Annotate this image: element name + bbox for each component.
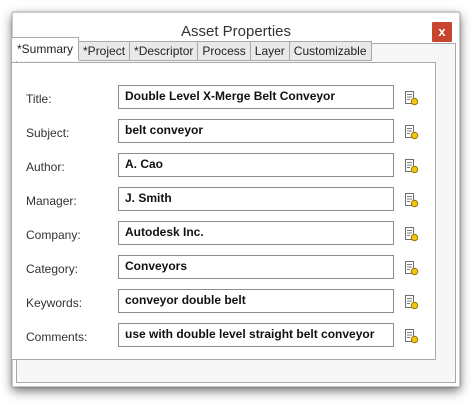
manager-field[interactable]: J. Smith	[118, 187, 394, 211]
comments-field[interactable]: use with double level straight belt conv…	[118, 323, 394, 347]
comments-label: Comments:	[26, 330, 88, 344]
tab-strip: *Summary *Project *Descriptor Process La…	[11, 37, 372, 61]
comments-row: Comments: use with double level straight…	[12, 323, 435, 351]
keywords-field[interactable]: conveyor double belt	[118, 289, 394, 313]
summary-tab-content: Title: Double Level X-Merge Belt Conveyo…	[11, 62, 436, 360]
title-field[interactable]: Double Level X-Merge Belt Conveyor	[118, 85, 394, 109]
tab-summary[interactable]: *Summary	[11, 37, 80, 61]
company-label: Company:	[26, 228, 81, 242]
author-label: Author:	[26, 160, 65, 174]
keywords-row: Keywords: conveyor double belt	[12, 289, 435, 317]
author-field[interactable]: A. Cao	[118, 153, 394, 177]
edit-properties-icon[interactable]	[403, 158, 419, 174]
subject-row: Subject: belt conveyor	[12, 119, 435, 147]
author-row: Author: A. Cao	[12, 153, 435, 181]
edit-properties-icon[interactable]	[403, 90, 419, 106]
edit-properties-icon[interactable]	[403, 192, 419, 208]
keywords-label: Keywords:	[26, 296, 83, 310]
title-label: Title:	[26, 92, 52, 106]
title-row: Title: Double Level X-Merge Belt Conveyo…	[12, 85, 435, 113]
edit-properties-icon[interactable]	[403, 226, 419, 242]
company-row: Company: Autodesk Inc.	[12, 221, 435, 249]
tab-descriptor[interactable]: *Descriptor	[130, 41, 199, 61]
subject-label: Subject:	[26, 126, 70, 140]
subject-field[interactable]: belt conveyor	[118, 119, 394, 143]
tab-project[interactable]: *Project	[79, 41, 131, 61]
tab-process[interactable]: Process	[198, 41, 251, 61]
close-button[interactable]: x	[432, 22, 452, 42]
edit-properties-icon[interactable]	[403, 328, 419, 344]
tab-customizable[interactable]: Customizable	[289, 41, 372, 61]
category-field[interactable]: Conveyors	[118, 255, 394, 279]
manager-row: Manager: J. Smith	[12, 187, 435, 215]
edit-properties-icon[interactable]	[403, 124, 419, 140]
category-label: Category:	[26, 262, 79, 276]
tab-layer[interactable]: Layer	[250, 41, 290, 61]
manager-label: Manager:	[26, 194, 77, 208]
company-field[interactable]: Autodesk Inc.	[118, 221, 394, 245]
edit-properties-icon[interactable]	[403, 294, 419, 310]
edit-properties-icon[interactable]	[403, 260, 419, 276]
category-row: Category: Conveyors	[12, 255, 435, 283]
